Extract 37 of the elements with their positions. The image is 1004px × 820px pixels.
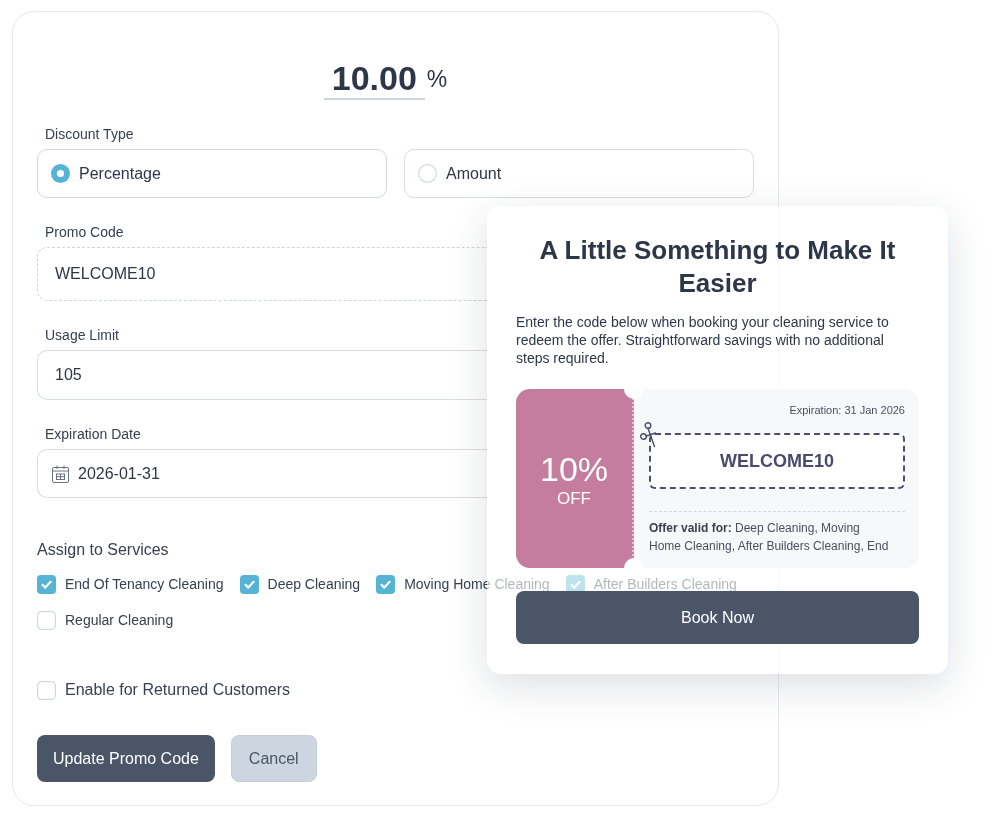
offer-text: Offer valid for: Deep Cleaning, Moving Home Cleaning, After Builders Cleaning, End bbox=[649, 520, 890, 555]
section-title: Assign to Services bbox=[37, 540, 169, 560]
field-label: Expiration Date bbox=[45, 425, 141, 444]
checkbox[interactable] bbox=[37, 574, 56, 594]
field-label: Usage Limit bbox=[45, 326, 119, 345]
off-label: OFF bbox=[557, 488, 591, 509]
checkbox-label: End Of Tenancy Cleaning bbox=[65, 575, 224, 594]
checkbox-label: Deep Cleaning bbox=[267, 575, 361, 594]
radio-button[interactable] bbox=[51, 164, 70, 183]
checkbox[interactable] bbox=[37, 610, 56, 630]
scissors-icon bbox=[640, 422, 656, 448]
checkbox-label: Regular Cleaning bbox=[65, 611, 174, 630]
popup-description: Enter the code below when booking your cleaning service to redeem the offer. Straightforward savings with no additional steps required. bbox=[516, 313, 890, 367]
number-field[interactable]: 105 bbox=[37, 350, 487, 400]
checkbox[interactable] bbox=[37, 680, 56, 700]
expiration-text: Expiration: 31 Jan 2026 bbox=[789, 403, 905, 417]
checkbox-label: After Builders Cleaning bbox=[593, 575, 737, 594]
update-button[interactable]: Update Promo Code bbox=[37, 735, 215, 782]
checkbox[interactable] bbox=[239, 574, 259, 594]
discount-percent: 10% bbox=[539, 448, 609, 489]
promo-code-field[interactable]: WELCOME10 bbox=[37, 247, 487, 301]
popup-title: A Little Something to Make It Easier bbox=[538, 234, 897, 300]
date-field[interactable]: 2026-01-31 bbox=[37, 449, 487, 498]
cancel-button[interactable]: Cancel bbox=[230, 735, 317, 782]
checkbox-label: Enable for Returned Customers bbox=[65, 680, 290, 700]
calendar-icon bbox=[52, 464, 69, 483]
checkbox[interactable] bbox=[376, 574, 396, 594]
radio-option[interactable]: Amount bbox=[404, 149, 754, 198]
book-now-button[interactable]: Book Now bbox=[516, 591, 919, 644]
discount-value-field[interactable]: 10.00 bbox=[323, 58, 425, 100]
radio-option[interactable]: Percentage bbox=[37, 149, 387, 198]
field-label: Discount Type bbox=[45, 125, 134, 144]
percent-sign: % bbox=[426, 65, 448, 93]
checkbox-label: Moving Home Cleaning bbox=[404, 575, 550, 594]
coupon-code: WELCOME10 bbox=[649, 433, 905, 489]
field-label: Promo Code bbox=[45, 223, 124, 242]
radio-button[interactable] bbox=[418, 164, 437, 183]
